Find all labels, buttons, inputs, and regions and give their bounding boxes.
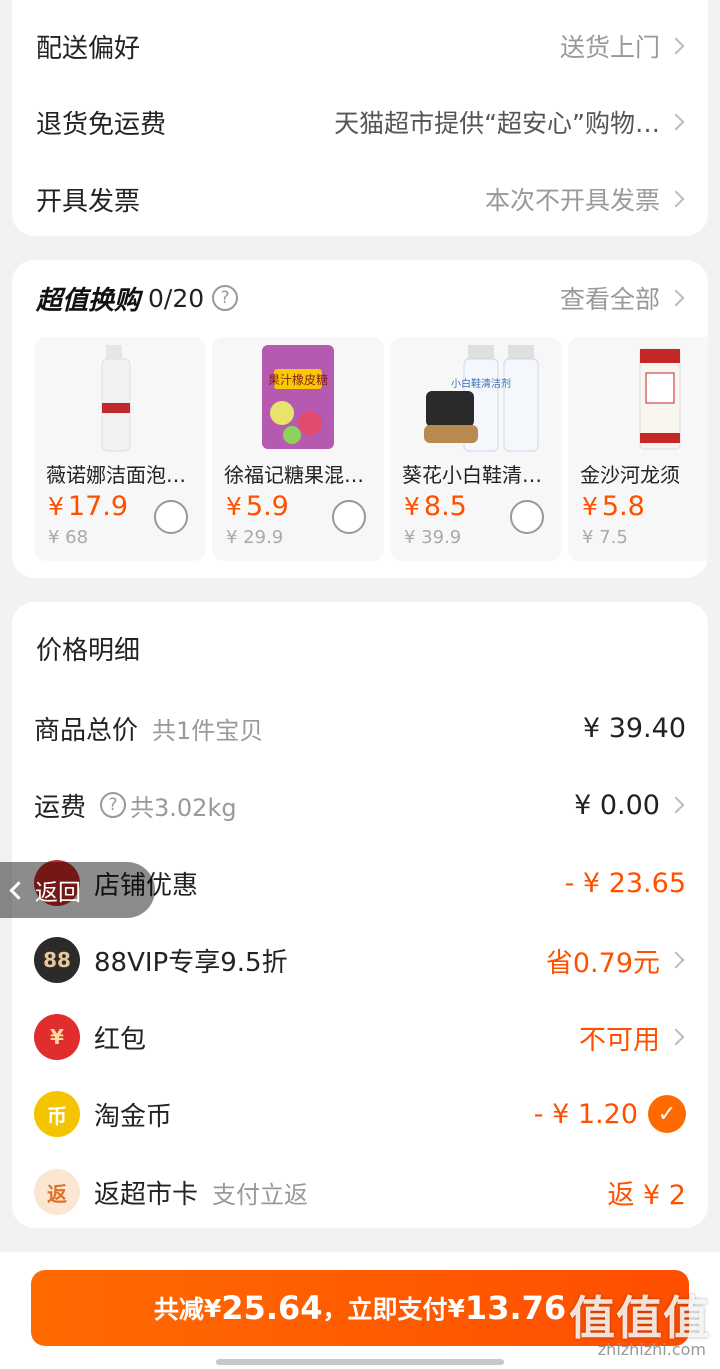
red-packet-row[interactable]: ¥ 红包 不可用 — [34, 1012, 686, 1062]
product-original-price: ¥ 7.5 — [582, 527, 628, 548]
tao-coin-value: - ¥ 1.20 — [533, 1098, 638, 1130]
view-all-label: 查看全部 — [559, 285, 660, 314]
chevron-right-icon — [667, 796, 685, 814]
swap-product-card[interactable]: 果汁橡皮糖 徐福记糖果混… ¥5.9 ¥ 29.9 — [212, 337, 384, 561]
pay-mid: ，立即支付 — [322, 1295, 448, 1324]
delivery-preference-value: 送货上门 — [559, 33, 660, 62]
product-select-radio[interactable] — [332, 500, 366, 534]
product-name: 葵花小白鞋清… — [402, 463, 542, 487]
delivery-preference-label: 配送偏好 — [36, 33, 141, 64]
product-original-price: ¥ 39.9 — [404, 527, 462, 548]
shoe-cleaner-icon: 小白鞋清洁剂 — [390, 343, 562, 453]
back-label: 返回 — [35, 880, 81, 906]
invoice-label: 开具发票 — [36, 186, 141, 217]
supermarket-card-label: 返超市卡 — [94, 1179, 199, 1210]
product-price: ¥5.8 — [582, 491, 645, 522]
chevron-right-icon — [667, 951, 685, 969]
product-price: ¥17.9 — [48, 491, 128, 522]
chevron-left-icon — [9, 880, 28, 900]
product-price: ¥5.9 — [226, 491, 289, 522]
shipping-row[interactable]: 运费 ? 共3.02kg ¥ 0.00 — [34, 780, 686, 830]
product-select-radio[interactable] — [154, 500, 188, 534]
product-name: 金沙河龙须 — [580, 463, 680, 487]
shoe-cleaner-text: 小白鞋清洁剂 — [451, 377, 511, 390]
foam-bottle-icon — [34, 343, 206, 453]
product-select-radio[interactable] — [510, 500, 544, 534]
supermarket-card-sub: 支付立返 — [212, 1180, 309, 1209]
help-icon[interactable]: ? — [212, 285, 239, 311]
delivery-card: 配送偏好 送货上门 退货免运费 天猫超市提供“超安心”购物… 开具发票 本次不开… — [12, 0, 708, 236]
total-price-row: 商品总价 共1件宝贝 ¥ 39.40 — [34, 703, 686, 753]
chevron-right-icon — [667, 289, 685, 307]
swap-product-card[interactable]: 薇诺娜洁面泡… ¥17.9 ¥ 68 — [34, 337, 206, 561]
pay-currency: ¥ — [447, 1293, 465, 1323]
shipping-value: ¥ 0.00 — [574, 789, 660, 821]
return-shipping-label: 退货免运费 — [36, 109, 167, 140]
supermarket-card-value: 返 ¥ 2 — [607, 1179, 686, 1211]
reduce-amount: 25.64 — [221, 1289, 323, 1327]
reduce-currency: ¥ — [203, 1293, 222, 1323]
return-shipping-value: 天猫超市提供“超安心”购物… — [334, 109, 660, 138]
store-discount-value: - ¥ 23.65 — [564, 867, 686, 899]
product-price: ¥8.5 — [404, 491, 467, 522]
total-price-value: ¥ 39.40 — [582, 712, 686, 744]
total-price-sub: 共1件宝贝 — [152, 716, 264, 745]
product-price-value: 5.9 — [245, 491, 289, 522]
candy-bag-text: 果汁橡皮糖 — [268, 372, 328, 387]
tao-coin-row[interactable]: 币 淘金币 - ¥ 1.20 ✓ — [34, 1089, 686, 1139]
invoice-row[interactable]: 开具发票 本次不开具发票 — [36, 177, 686, 221]
product-name: 徐福记糖果混… — [224, 463, 364, 487]
red-packet-value: 不可用 — [579, 1024, 660, 1056]
swap-count: 0/20 — [148, 283, 205, 313]
swap-product-card[interactable]: 小白鞋清洁剂 葵花小白鞋清… ¥8.5 ¥ 39.9 — [390, 337, 562, 561]
help-icon[interactable]: ? — [100, 792, 127, 818]
back-button[interactable]: 返回 — [0, 862, 155, 918]
currency-symbol: ¥ — [226, 492, 242, 521]
currency-symbol: ¥ — [582, 492, 598, 521]
coin-icon: 币 — [34, 1091, 80, 1137]
red-packet-label: 红包 — [94, 1024, 147, 1055]
checkmark-icon[interactable]: ✓ — [648, 1095, 686, 1133]
currency-symbol: ¥ — [48, 492, 64, 521]
product-price-value: 17.9 — [67, 491, 129, 522]
product-price-value: 8.5 — [423, 491, 467, 522]
red-packet-icon: ¥ — [34, 1014, 80, 1060]
vip-discount-label: 88VIP专享9.5折 — [94, 947, 288, 978]
chevron-right-icon — [667, 37, 685, 55]
chevron-right-icon — [667, 1028, 685, 1046]
vip-discount-value: 省0.79元 — [545, 947, 660, 979]
total-price-label: 商品总价 — [34, 715, 139, 746]
delivery-preference-row[interactable]: 配送偏好 送货上门 — [36, 24, 686, 68]
noodle-pack-icon — [568, 343, 708, 453]
swap-product-list[interactable]: 薇诺娜洁面泡… ¥17.9 ¥ 68 果汁橡皮糖 徐福记糖果混… ¥5.9 ¥ … — [34, 337, 708, 561]
product-price-value: 5.8 — [601, 491, 645, 522]
return-shipping-row[interactable]: 退货免运费 天猫超市提供“超安心”购物… — [36, 100, 686, 144]
view-all-link[interactable]: 查看全部 — [560, 280, 686, 316]
swap-card: 超值换购 0/20 ? 查看全部 薇诺娜洁面泡… ¥17.9 ¥ 68 果汁橡皮… — [12, 260, 708, 578]
candy-bag-icon: 果汁橡皮糖 — [212, 343, 384, 453]
tao-coin-label: 淘金币 — [94, 1101, 173, 1132]
shipping-label: 运费 — [34, 792, 87, 823]
pay-amount: 13.76 — [464, 1289, 567, 1327]
home-indicator[interactable] — [216, 1359, 504, 1365]
watermark-url: zhizhizhi.com — [597, 1340, 706, 1359]
watermark-logo: 值值值 — [569, 1291, 710, 1345]
pay-prefix: 共减 — [153, 1295, 204, 1324]
chevron-right-icon — [667, 113, 685, 131]
vip-discount-row[interactable]: 88 88VIP专享9.5折 省0.79元 — [34, 935, 686, 985]
rebate-icon: 返 — [34, 1169, 80, 1215]
product-name: 薇诺娜洁面泡… — [46, 463, 186, 487]
currency-symbol: ¥ — [404, 492, 420, 521]
vip-88-icon: 88 — [34, 937, 80, 983]
chevron-right-icon — [667, 190, 685, 208]
product-original-price: ¥ 29.9 — [226, 527, 284, 548]
product-original-price: ¥ 68 — [48, 527, 89, 548]
swap-product-card[interactable]: 金沙河龙须 ¥5.8 ¥ 7.5 — [568, 337, 708, 561]
supermarket-card-row: 返 返超市卡 支付立返 返 ¥ 2 — [34, 1167, 686, 1217]
shipping-weight: 共3.02kg — [130, 793, 237, 822]
invoice-value: 本次不开具发票 — [484, 186, 660, 215]
swap-title: 超值换购 — [36, 285, 141, 316]
price-detail-title: 价格明细 — [36, 636, 141, 666]
